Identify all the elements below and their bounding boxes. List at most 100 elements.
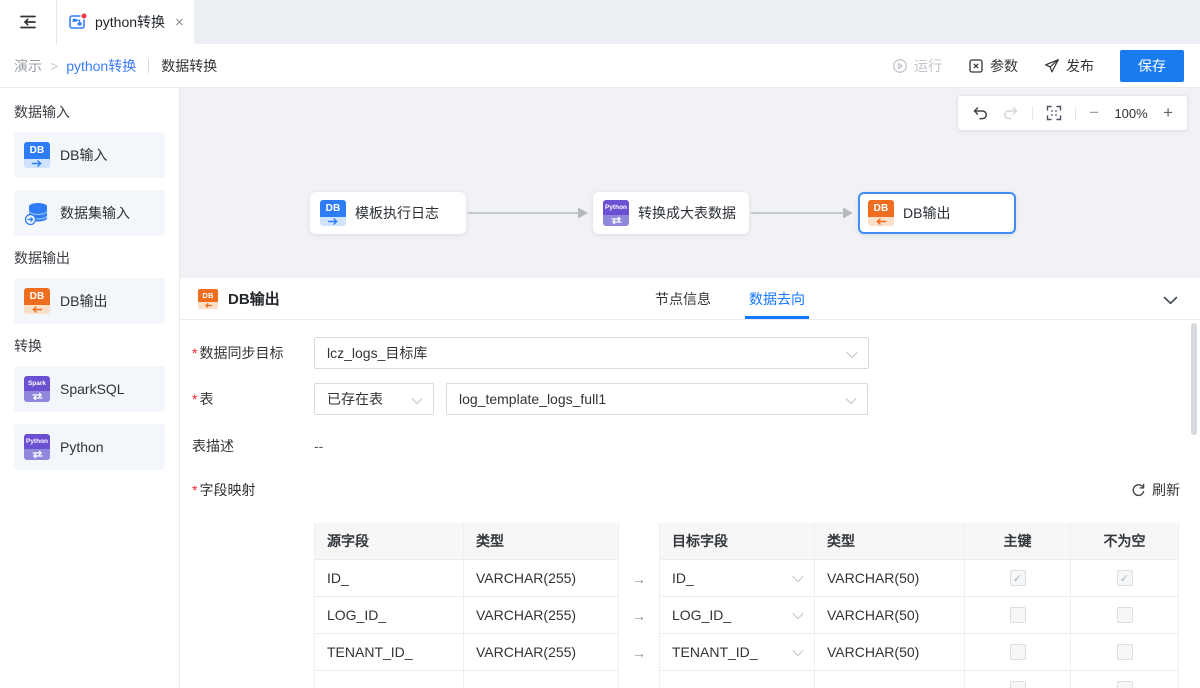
collapse-panel-button[interactable] (1163, 292, 1178, 308)
col-target-field: 目标字段 (659, 523, 815, 560)
publish-button[interactable]: 发布 (1044, 56, 1094, 76)
chevron-down-icon (846, 347, 857, 358)
flow-canvas[interactable]: DB 模板执行日志 Python 转换成大表数据 DB (180, 88, 1200, 278)
table-name-select[interactable]: log_template_logs_full1 (446, 383, 868, 415)
action-buttons: 运行 参数 发布 保存 (892, 50, 1184, 82)
target-field-select[interactable]: LOG_ID_ (659, 597, 815, 634)
toolbar-divider (1032, 106, 1033, 121)
target-field-select[interactable] (659, 671, 815, 688)
breadcrumb-current[interactable]: python转换 (66, 56, 136, 76)
tab-python-transform[interactable]: python转换 × (57, 0, 194, 44)
node-palette-sidebar: 数据输入 DB DB输入 数据集输入 (0, 88, 180, 688)
redo-button[interactable] (1002, 106, 1019, 121)
collapse-sidebar-button[interactable] (0, 0, 57, 44)
palette-item-sparksql[interactable]: Spark SparkSQL (14, 366, 165, 412)
palette-item-db-output[interactable]: DB DB输出 (14, 278, 165, 324)
db-output-icon: DB (868, 200, 894, 226)
not-null-cell (1071, 671, 1179, 688)
refresh-icon (1131, 483, 1146, 498)
fit-view-button[interactable] (1046, 105, 1062, 121)
chevron-down-icon (792, 608, 803, 619)
collapse-panel-icon (18, 12, 38, 32)
python-transform-icon: Python (24, 434, 50, 460)
page-title: 数据转换 (161, 56, 217, 76)
palette-item-python[interactable]: Python Python (14, 424, 165, 470)
not-null-checkbox[interactable] (1117, 681, 1133, 688)
col-target-type: 类型 (815, 523, 965, 560)
chevron-down-icon (792, 645, 803, 656)
target-field-select[interactable]: TENANT_ID_ (659, 634, 815, 671)
arrow-right-icon: → (619, 597, 659, 634)
dataset-input-icon (24, 200, 50, 226)
field-mapping-table: 源字段 类型 目标字段 类型 主键 不为空 ID_ VARCHAR(255) →… (314, 523, 1180, 688)
primary-key-checkbox[interactable] (1010, 644, 1026, 660)
zoom-out-button[interactable]: − (1089, 103, 1099, 123)
target-type-cell: VARCHAR(50) (815, 634, 965, 671)
content-area: 数据输入 DB DB输入 数据集输入 (0, 88, 1200, 688)
arrow-right-icon: → (619, 634, 659, 671)
table-desc-value: -- (314, 438, 323, 454)
source-field-cell (314, 671, 464, 688)
app-window: python转换 × 演示 > python转换 数据转换 运行 参数 (0, 0, 1200, 688)
tab-title: python转换 (95, 12, 165, 32)
sync-target-select[interactable]: lcz_logs_目标库 (314, 337, 869, 369)
tab-node-info[interactable]: 节点信息 (655, 278, 711, 319)
params-button[interactable]: 参数 (968, 56, 1018, 76)
undo-button[interactable] (972, 106, 989, 121)
tab-data-destination[interactable]: 数据去向 (749, 278, 805, 319)
variable-doc-icon (968, 58, 984, 74)
source-type-cell (464, 671, 619, 688)
node-config-panel: DB DB输出 节点信息 数据去向 *数据同步目标 (180, 278, 1200, 688)
target-type-cell: VARCHAR(50) (815, 560, 965, 597)
source-field-cell: ID_ (314, 560, 464, 597)
main-area: DB 模板执行日志 Python 转换成大表数据 DB (180, 88, 1200, 688)
node-template-exec-log[interactable]: DB 模板执行日志 (310, 192, 466, 234)
db-output-icon: DB (198, 289, 218, 309)
section-data-input: 数据输入 (14, 102, 165, 122)
primary-key-checkbox[interactable] (1010, 681, 1026, 688)
flow-diagram-icon (69, 14, 87, 30)
run-button[interactable]: 运行 (892, 56, 942, 76)
mapping-row: TENANT_ID_ VARCHAR(255) → TENANT_ID_ VAR… (314, 634, 1180, 671)
not-null-cell (1071, 597, 1179, 634)
save-button[interactable]: 保存 (1120, 50, 1184, 82)
mapping-header-row: 源字段 类型 目标字段 类型 主键 不为空 (314, 523, 1180, 560)
not-null-checkbox[interactable] (1117, 644, 1133, 660)
palette-item-dataset-input[interactable]: 数据集输入 (14, 190, 165, 236)
palette-item-db-input[interactable]: DB DB输入 (14, 132, 165, 178)
node-python-transform[interactable]: Python 转换成大表数据 (593, 192, 749, 234)
breadcrumb-divider (148, 59, 149, 73)
play-circle-icon (892, 58, 908, 74)
arrow-right-icon: → (619, 560, 659, 597)
panel-scrollbar-thumb[interactable] (1191, 323, 1197, 435)
node-label: 转换成大表数据 (638, 203, 736, 223)
breadcrumb-root[interactable]: 演示 (14, 56, 42, 76)
table-mode-select[interactable]: 已存在表 (314, 383, 434, 415)
primary-key-cell: ✓ (965, 560, 1071, 597)
panel-header: DB DB输出 节点信息 数据去向 (180, 278, 1200, 320)
primary-key-checkbox[interactable]: ✓ (1010, 570, 1026, 586)
header-gap (619, 523, 659, 560)
not-null-checkbox[interactable] (1117, 607, 1133, 623)
panel-title: DB输出 (228, 288, 280, 309)
node-db-output[interactable]: DB DB输出 (858, 192, 1016, 234)
mapping-row: ID_ VARCHAR(255) → ID_ VARCHAR(50) ✓ ✓ (314, 560, 1180, 597)
section-data-output: 数据输出 (14, 248, 165, 268)
zoom-level: 100% (1112, 106, 1150, 121)
primary-key-checkbox[interactable] (1010, 607, 1026, 623)
chevron-down-icon (411, 393, 422, 404)
chevron-down-icon (1163, 296, 1178, 305)
mapping-row: LOG_ID_ VARCHAR(255) → LOG_ID_ VARCHAR(5… (314, 597, 1180, 634)
canvas-zoom-toolbar: − 100% + (957, 95, 1188, 131)
not-null-checkbox[interactable]: ✓ (1117, 570, 1133, 586)
toolbar-divider (1075, 106, 1076, 121)
close-icon[interactable]: × (175, 14, 184, 31)
source-type-cell: VARCHAR(255) (464, 560, 619, 597)
target-field-select[interactable]: ID_ (659, 560, 815, 597)
mapping-rows: ID_ VARCHAR(255) → ID_ VARCHAR(50) ✓ ✓ L… (314, 560, 1180, 688)
db-input-icon: DB (24, 142, 50, 168)
refresh-button[interactable]: 刷新 (1131, 480, 1180, 500)
target-type-cell (815, 671, 965, 688)
zoom-in-button[interactable]: + (1163, 103, 1173, 123)
spark-transform-icon: Spark (24, 376, 50, 402)
